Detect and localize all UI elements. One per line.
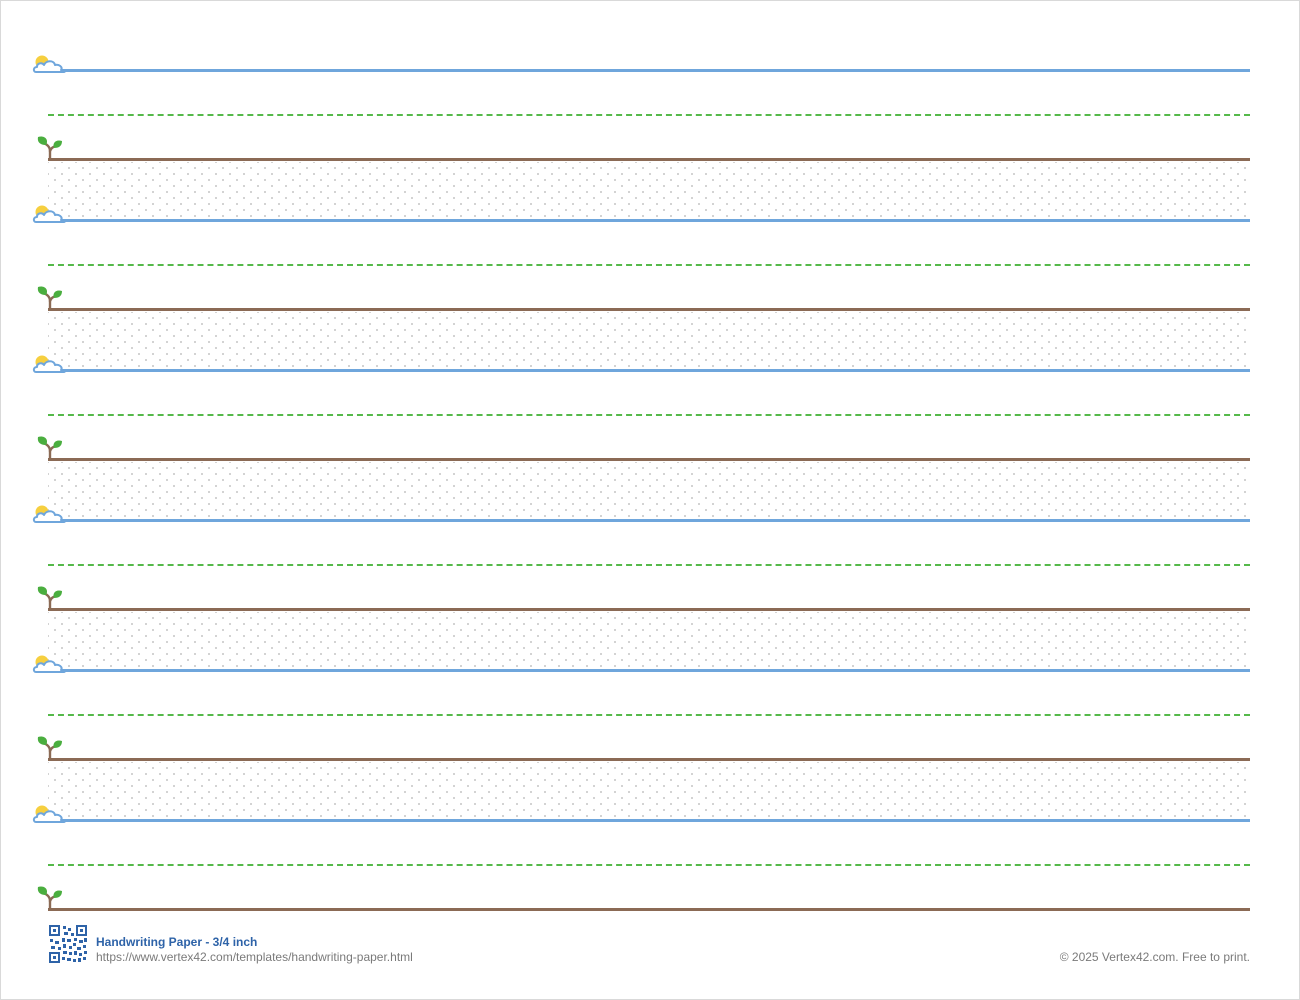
baseline <box>48 908 1250 911</box>
sun-cloud-icon <box>32 355 67 373</box>
midline <box>48 414 1250 416</box>
qr-code-icon <box>48 924 88 964</box>
descender-space <box>48 462 1250 517</box>
baseline <box>48 608 1250 611</box>
midline <box>48 264 1250 266</box>
sun-cloud-icon <box>32 55 67 73</box>
headline <box>48 519 1250 522</box>
baseline <box>48 758 1250 761</box>
sprout-icon <box>37 886 62 911</box>
headline <box>48 669 1250 672</box>
line-set <box>0 505 1300 667</box>
headline <box>48 219 1250 222</box>
baseline <box>48 158 1250 161</box>
descender-space <box>48 162 1250 217</box>
sun-cloud-icon <box>32 805 67 823</box>
sun-cloud-icon <box>32 655 67 673</box>
line-set <box>0 55 1300 217</box>
descender-space <box>48 312 1250 367</box>
midline <box>48 564 1250 566</box>
footer-copyright: © 2025 Vertex42.com. Free to print. <box>1059 950 1250 964</box>
headline <box>48 69 1250 72</box>
sprout-icon <box>37 736 62 761</box>
descender-space <box>48 762 1250 817</box>
footer-url-link[interactable]: https://www.vertex42.com/templates/handw… <box>96 950 413 964</box>
headline <box>48 819 1250 822</box>
midline <box>48 714 1250 716</box>
midline <box>48 114 1250 116</box>
midline <box>48 864 1250 866</box>
line-set <box>0 355 1300 517</box>
baseline <box>48 308 1250 311</box>
sprout-icon <box>37 586 62 611</box>
line-set <box>0 655 1300 817</box>
line-set <box>0 205 1300 367</box>
line-set <box>0 805 1300 929</box>
sun-cloud-icon <box>32 505 67 523</box>
sprout-icon <box>37 136 62 161</box>
descender-space <box>48 612 1250 667</box>
sprout-icon <box>37 436 62 461</box>
baseline <box>48 458 1250 461</box>
footer-title: Handwriting Paper - 3/4 inch <box>96 935 258 949</box>
sprout-icon <box>37 286 62 311</box>
sun-cloud-icon <box>32 205 67 223</box>
footer: Handwriting Paper - 3/4 inch https://www… <box>48 924 1250 964</box>
headline <box>48 369 1250 372</box>
